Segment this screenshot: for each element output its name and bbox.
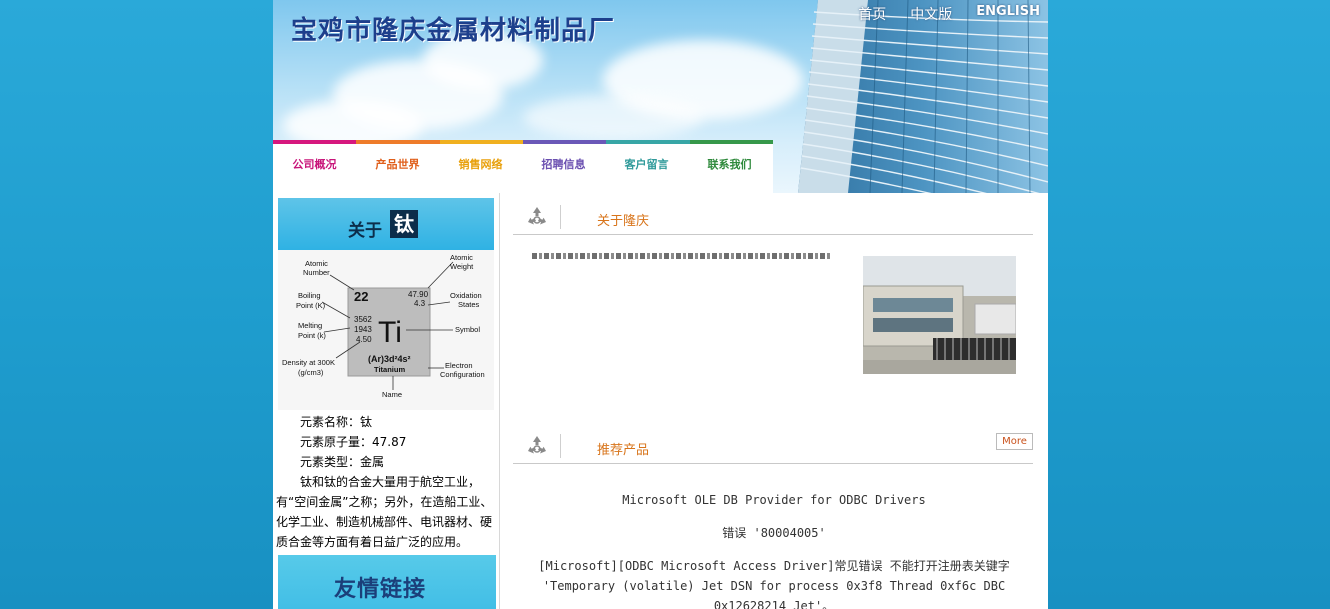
svg-text:Number: Number xyxy=(303,268,330,277)
nav-products[interactable]: 产品世界 xyxy=(356,144,439,193)
right-column: 关于隆庆 推荐产品 More Microsoft OLE DB Provider… xyxy=(500,193,1048,609)
electron-config: (Ar)3d²4s² xyxy=(368,354,411,364)
electron-label: Electron xyxy=(445,361,473,370)
element-desc-first: 钛和钛的合金大量用于航空工业， xyxy=(300,475,481,489)
divider xyxy=(560,434,561,458)
svg-text:Point (K): Point (K) xyxy=(296,301,326,310)
top-links: 首页 中文版 ENGLISH xyxy=(858,4,1040,24)
error-message: Microsoft OLE DB Provider for ODBC Drive… xyxy=(524,490,1024,609)
density-label: Density at 300K xyxy=(282,358,335,367)
svg-text:(g/cm3): (g/cm3) xyxy=(298,368,324,377)
titanium-info: 元素名称：钛 元素原子量：47.87 元素类型：金属 钛和钛的合金大量用于航空工… xyxy=(276,412,496,552)
svg-text:States: States xyxy=(458,300,480,309)
error-line-3: [Microsoft][ODBC Microsoft Access Driver… xyxy=(538,559,1010,609)
svg-text:Point (k): Point (k) xyxy=(298,331,326,340)
atomic-weight: 47.90 xyxy=(408,290,429,299)
melting-value: 1943 xyxy=(354,325,372,334)
about-text-fragment xyxy=(532,253,832,259)
building-image xyxy=(798,0,1048,193)
english-link[interactable]: ENGLISH xyxy=(976,4,1040,24)
error-line-2: 错误 '80004005' xyxy=(722,526,826,540)
nav-contact[interactable]: 联系我们 xyxy=(688,144,771,193)
nav-jobs[interactable]: 招聘信息 xyxy=(522,144,605,193)
about-titanium-banner: 关于 钛 xyxy=(278,198,494,250)
left-column: 关于 钛 Atomic Number Atomic Weight Boiling… xyxy=(273,193,500,609)
more-button[interactable]: More xyxy=(996,433,1033,450)
element-desc-rest: 有“空间金属”之称；另外，在造船工业、化学工业、制造机械部件、电讯器材、硬质合金… xyxy=(276,495,493,549)
chinese-link[interactable]: 中文版 xyxy=(910,4,952,24)
atomic-number-label: Atomic xyxy=(305,259,328,268)
melting-label: Melting xyxy=(298,321,322,330)
element-type-text: 元素类型：金属 xyxy=(300,455,385,469)
name-label: Name xyxy=(382,390,402,399)
products-section-header: 推荐产品 xyxy=(513,426,1033,464)
titanium-char: 钛 xyxy=(390,210,418,238)
main-nav: 公司概况 产品世界 销售网络 招聘信息 客户留言 联系我们 xyxy=(273,144,773,193)
boiling-label: Boiling xyxy=(298,291,321,300)
atomic-weight-label: Atomic xyxy=(450,253,473,262)
oxidation-label: Oxidation xyxy=(450,291,482,300)
products-title[interactable]: 推荐产品 xyxy=(597,439,649,458)
svg-text:Weight: Weight xyxy=(450,262,474,271)
oxidation-value: 4.3 xyxy=(414,299,426,308)
friend-links-banner: 友情链接 xyxy=(278,555,496,609)
error-line-1: Microsoft OLE DB Provider for ODBC Drive… xyxy=(622,493,926,507)
nav-guestbook[interactable]: 客户留言 xyxy=(605,144,688,193)
about-title[interactable]: 关于隆庆 xyxy=(597,210,649,229)
header-banner: 宝鸡市隆庆金属材料制品厂 首页 中文版 ENGLISH 公司概况 产品世界 销售… xyxy=(273,0,1048,193)
nav-sales[interactable]: 销售网络 xyxy=(439,144,522,193)
factory-photo xyxy=(863,256,1016,374)
recycle-icon xyxy=(528,436,546,454)
element-symbol: Ti xyxy=(378,316,402,349)
boiling-value: 3562 xyxy=(354,315,372,324)
page-container: 宝鸡市隆庆金属材料制品厂 首页 中文版 ENGLISH 公司概况 产品世界 销售… xyxy=(273,0,1048,609)
titanium-element-diagram: Atomic Number Atomic Weight Boiling Poin… xyxy=(278,250,494,410)
atomic-number: 22 xyxy=(354,289,368,304)
recycle-icon xyxy=(528,207,546,225)
site-title: 宝鸡市隆庆金属材料制品厂 xyxy=(291,16,616,46)
nav-company[interactable]: 公司概况 xyxy=(273,144,356,193)
about-titanium-text: 关于 xyxy=(348,221,382,241)
svg-text:Configuration: Configuration xyxy=(440,370,485,379)
about-section-header: 关于隆庆 xyxy=(513,197,1033,235)
home-link[interactable]: 首页 xyxy=(858,4,886,24)
element-name: Titanium xyxy=(374,365,405,374)
density-value: 4.50 xyxy=(356,335,372,344)
divider xyxy=(560,205,561,229)
element-name-text: 元素名称：钛 xyxy=(300,415,373,429)
element-weight-text: 元素原子量：47.87 xyxy=(300,435,407,449)
symbol-label: Symbol xyxy=(455,325,480,334)
friend-links-title: 友情链接 xyxy=(334,577,427,602)
